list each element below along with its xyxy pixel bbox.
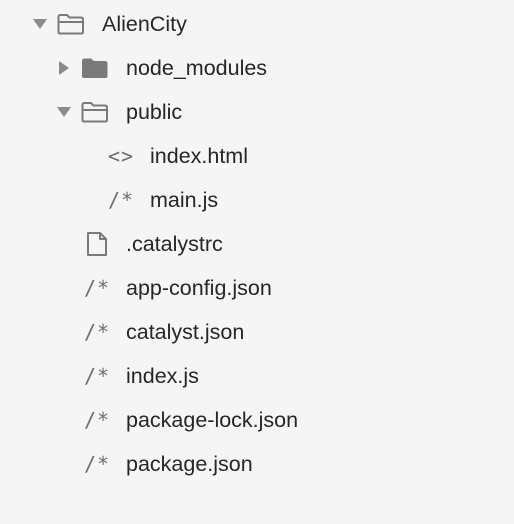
tree-item-label: main.js	[150, 188, 219, 212]
tree-item-label: index.js	[126, 364, 199, 388]
tree-item-label: node_modules	[126, 56, 268, 80]
tree-item-label: public	[126, 100, 183, 124]
folder-filled-icon	[81, 56, 109, 80]
tree-item-node-modules[interactable]: node_modules	[0, 46, 514, 90]
tree-item-aliencity[interactable]: AlienCity	[0, 2, 514, 46]
disclosure-expanded-icon[interactable]	[31, 15, 49, 33]
json-comment-icon: /*	[83, 408, 111, 432]
json-comment-icon: /*	[83, 276, 111, 300]
tree-item-catalyst-json[interactable]: /* catalyst.json	[0, 310, 514, 354]
tree-item-catalystrc[interactable]: .catalystrc	[0, 222, 514, 266]
tree-item-package-json[interactable]: /* package.json	[0, 442, 514, 486]
tree-item-package-lock-json[interactable]: /* package-lock.json	[0, 398, 514, 442]
tree-item-label: catalyst.json	[126, 320, 245, 344]
tree-item-label: package-lock.json	[126, 408, 299, 432]
folder-open-icon	[57, 12, 85, 36]
tree-item-public[interactable]: public	[0, 90, 514, 134]
tree-item-main-js[interactable]: /* main.js	[0, 178, 514, 222]
file-tree: AlienCity node_modules public <> index.h…	[0, 0, 514, 496]
json-comment-icon: /*	[83, 320, 111, 344]
tree-item-label: package.json	[126, 452, 253, 476]
folder-open-icon	[81, 100, 109, 124]
tree-item-label: app-config.json	[126, 276, 272, 300]
html-code-icon: <>	[107, 144, 135, 168]
disclosure-collapsed-icon[interactable]	[55, 59, 73, 77]
document-icon	[83, 232, 111, 256]
tree-item-label: .catalystrc	[126, 232, 223, 256]
js-comment-icon: /*	[107, 188, 135, 212]
tree-item-app-config-json[interactable]: /* app-config.json	[0, 266, 514, 310]
disclosure-expanded-icon[interactable]	[55, 103, 73, 121]
json-comment-icon: /*	[83, 452, 111, 476]
tree-item-index-html[interactable]: <> index.html	[0, 134, 514, 178]
tree-item-index-js[interactable]: /* index.js	[0, 354, 514, 398]
js-comment-icon: /*	[83, 364, 111, 388]
tree-item-label: AlienCity	[102, 12, 187, 36]
tree-item-label: index.html	[150, 144, 248, 168]
